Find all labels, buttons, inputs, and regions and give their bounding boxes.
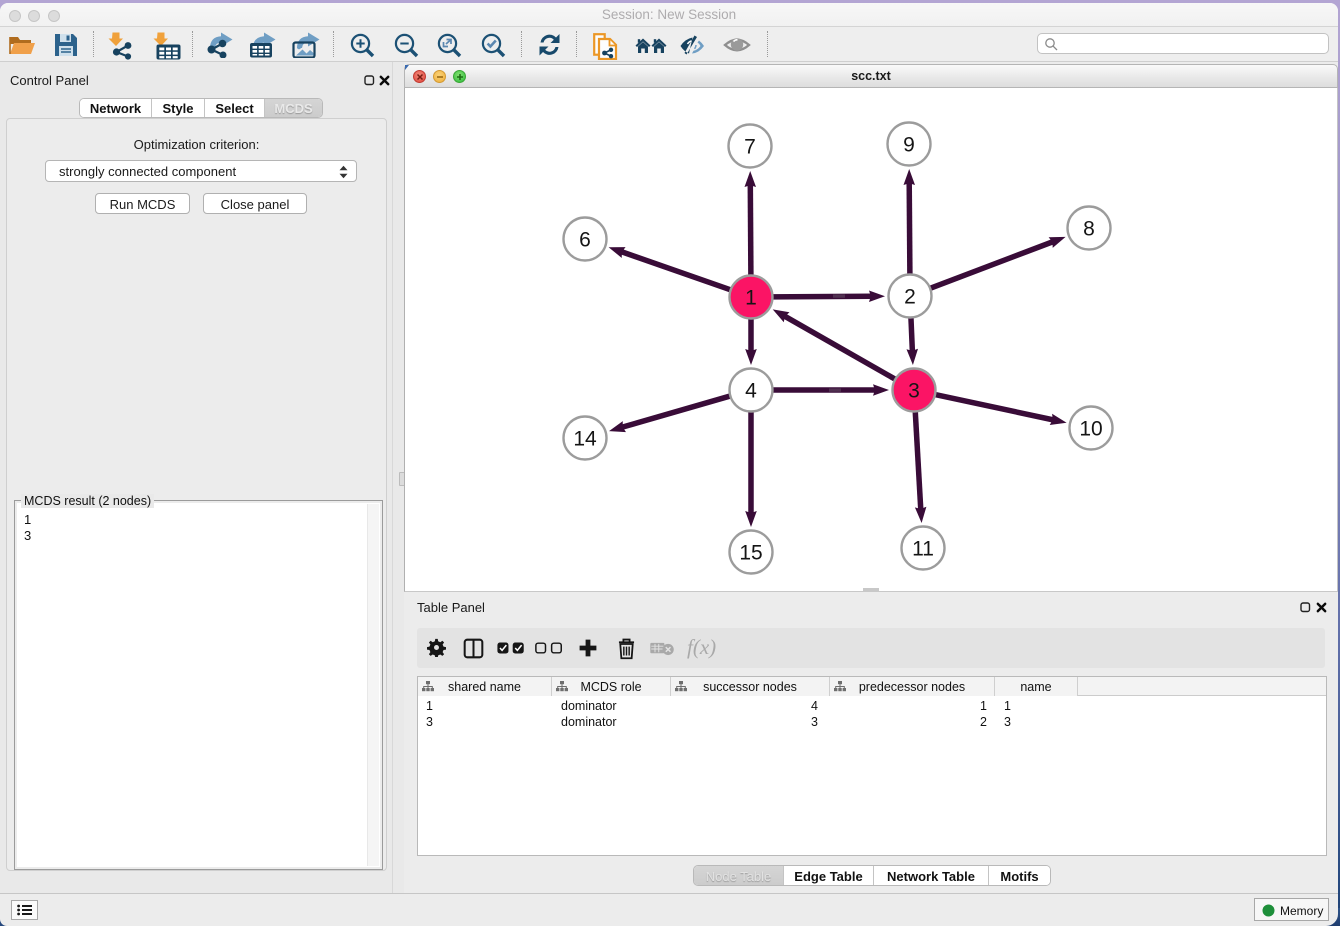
svg-text:3: 3 [908,380,920,403]
svg-text:8: 8 [1083,218,1095,241]
svg-text:4: 4 [745,380,757,403]
svg-text:9: 9 [903,134,915,157]
svg-text:1: 1 [745,287,757,310]
svg-text:14: 14 [573,428,597,451]
svg-text:2: 2 [904,286,916,309]
svg-text:15: 15 [739,542,762,565]
svg-text:11: 11 [912,538,934,561]
svg-text:6: 6 [579,229,591,252]
svg-text:10: 10 [1079,418,1102,441]
svg-text:7: 7 [744,136,756,159]
